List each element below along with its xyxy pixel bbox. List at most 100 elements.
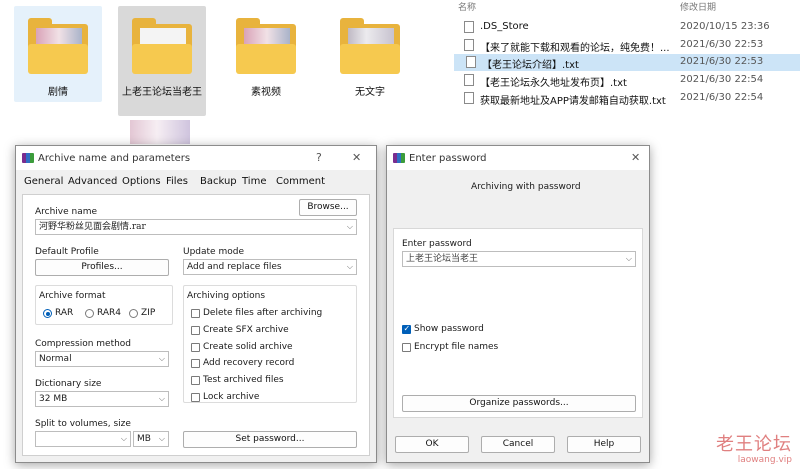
create-solid-checkbox[interactable] <box>191 343 200 352</box>
show-password-label: Show password <box>414 324 484 334</box>
create-solid-label: Create solid archive <box>203 342 293 352</box>
file-icon <box>464 92 474 104</box>
folder-item-2[interactable]: 素视频 <box>222 6 310 102</box>
radio-zip[interactable] <box>129 309 138 318</box>
password-subtitle: Archiving with password <box>471 182 581 192</box>
folder-label: 剧情 <box>48 87 68 98</box>
archive-name-input[interactable]: 河野华粉丝见面会剧情.rar ⌵ <box>35 219 357 235</box>
split-volumes-label: Split to volumes, size <box>35 419 131 429</box>
folder-label: 素视频 <box>251 87 281 98</box>
dictionary-size-select[interactable]: 32 MB ⌵ <box>35 391 169 407</box>
split-size-input[interactable]: ⌵ <box>35 431 131 447</box>
file-date: 2021/6/30 22:54 <box>680 74 764 85</box>
file-date: 2021/6/30 22:54 <box>680 92 764 103</box>
tab-advanced[interactable]: Advanced <box>68 176 117 187</box>
folder-icon <box>28 18 88 78</box>
tab-files[interactable]: Files <box>166 176 188 187</box>
tab-general[interactable]: General <box>24 176 63 187</box>
file-name: 【老王论坛介绍】.txt <box>482 60 579 71</box>
column-header-name[interactable]: 名称 <box>458 0 476 13</box>
titlebar[interactable]: Archive name and parameters ? ✕ <box>16 146 376 170</box>
file-icon <box>464 39 474 51</box>
chevron-down-icon[interactable]: ⌵ <box>121 432 127 446</box>
password-panel: Enter password 上老王论坛当老王 ⌵ Show password … <box>393 228 643 418</box>
archive-name-label: Archive name <box>35 207 98 217</box>
password-input[interactable]: 上老王论坛当老王 ⌵ <box>402 251 636 267</box>
recovery-record-checkbox[interactable] <box>191 359 200 368</box>
update-mode-select[interactable]: Add and replace files ⌵ <box>183 259 357 275</box>
folder-icon <box>340 18 400 78</box>
set-password-button[interactable]: Set password... <box>183 431 357 448</box>
chevron-down-icon: ⌵ <box>158 394 165 403</box>
site-watermark: 老王论坛 laowang.vip <box>716 430 792 465</box>
file-icon <box>464 21 474 33</box>
test-archived-checkbox[interactable] <box>191 376 200 385</box>
profiles-button[interactable]: Profiles... <box>35 259 169 276</box>
dictionary-size-label: Dictionary size <box>35 379 102 389</box>
file-row[interactable]: .DS_Store 2020/10/15 23:36 <box>452 19 800 36</box>
compression-method-value: Normal <box>39 354 72 364</box>
delete-files-checkbox[interactable] <box>191 309 200 318</box>
organize-passwords-button[interactable]: Organize passwords... <box>402 395 636 412</box>
compression-method-label: Compression method <box>35 339 132 349</box>
split-unit-select[interactable]: MB ⌵ <box>133 431 169 447</box>
file-name: 【来了就能下载和观看的论坛，纯免费！... <box>480 43 670 54</box>
chevron-down-icon[interactable]: ⌵ <box>347 220 353 234</box>
update-mode-label: Update mode <box>183 247 244 257</box>
radio-rar4[interactable] <box>85 309 94 318</box>
chevron-down-icon[interactable]: ⌵ <box>626 252 632 266</box>
file-row[interactable]: 【来了就能下载和观看的论坛，纯免费！... 2021/6/30 22:53 <box>452 37 800 54</box>
dictionary-size-value: 32 MB <box>39 394 68 404</box>
create-sfx-checkbox[interactable] <box>191 326 200 335</box>
file-name: 获取最新地址及APP请发邮箱自动获取.txt <box>480 96 666 107</box>
archive-format-label: Archive format <box>39 291 106 301</box>
radio-zip-label: ZIP <box>141 308 156 318</box>
compression-method-select[interactable]: Normal ⌵ <box>35 351 169 367</box>
help-button[interactable]: ? <box>316 151 322 164</box>
file-row[interactable]: 【老王论坛永久地址发布页】.txt 2021/6/30 22:54 <box>452 72 800 89</box>
winrar-icon <box>393 153 405 163</box>
watermark-main: 老王论坛 <box>716 434 792 455</box>
password-value: 上老王论坛当老王 <box>406 254 479 264</box>
tab-options[interactable]: Options <box>122 176 161 187</box>
folder-item-3[interactable]: 无文字 <box>326 6 414 102</box>
tab-comment[interactable]: Comment <box>276 176 325 187</box>
file-icon <box>464 74 474 86</box>
folder-icon <box>236 18 296 78</box>
image-thumbnail <box>130 120 190 144</box>
chevron-down-icon: ⌵ <box>346 262 353 271</box>
file-name: .DS_Store <box>480 21 529 32</box>
tab-backup[interactable]: Backup <box>200 176 237 187</box>
chevron-down-icon: ⌵ <box>158 434 165 443</box>
help-button[interactable]: Help <box>567 436 641 453</box>
close-icon[interactable]: ✕ <box>352 151 361 164</box>
titlebar[interactable]: Enter password ✕ <box>387 146 649 170</box>
file-icon <box>466 56 476 68</box>
file-row[interactable]: 获取最新地址及APP请发邮箱自动获取.txt 2021/6/30 22:54 <box>452 90 800 107</box>
tab-time[interactable]: Time <box>242 176 266 187</box>
show-password-checkbox[interactable] <box>402 324 411 334</box>
folder-item-0[interactable]: 剧情 <box>14 6 102 102</box>
file-row-selected[interactable]: 【老王论坛介绍】.txt 2021/6/30 22:53 <box>454 54 800 71</box>
test-archived-label: Test archived files <box>203 375 284 385</box>
archive-name-value: 河野华粉丝见面会剧情.rar <box>39 222 146 232</box>
lock-archive-label: Lock archive <box>203 392 260 402</box>
lock-archive-checkbox[interactable] <box>191 393 200 402</box>
archive-parameters-dialog: Archive name and parameters ? ✕ General … <box>15 145 377 463</box>
folder-item-1[interactable]: 上老王论坛当老王 <box>118 6 206 116</box>
file-date: 2021/6/30 22:53 <box>680 39 764 50</box>
default-profile-label: Default Profile <box>35 247 99 257</box>
browse-button[interactable]: Browse... <box>299 199 357 216</box>
close-icon[interactable]: ✕ <box>631 151 640 164</box>
radio-rar4-label: RAR4 <box>97 308 122 318</box>
encrypt-names-checkbox[interactable] <box>402 343 411 352</box>
dialog-title: Archive name and parameters <box>38 153 191 164</box>
watermark-sub: laowang.vip <box>737 455 792 465</box>
folder-icon <box>132 18 192 78</box>
radio-rar[interactable] <box>43 309 52 318</box>
update-mode-value: Add and replace files <box>187 262 282 272</box>
cancel-button[interactable]: Cancel <box>481 436 555 453</box>
column-header-date[interactable]: 修改日期 <box>680 0 716 13</box>
recovery-record-label: Add recovery record <box>203 358 295 368</box>
ok-button[interactable]: OK <box>395 436 469 453</box>
